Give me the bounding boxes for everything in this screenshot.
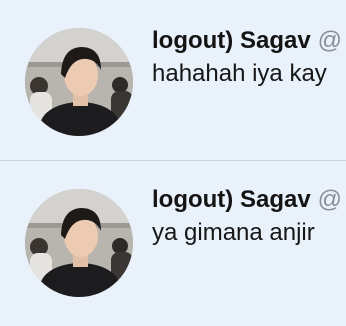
user-handle[interactable]: @ xyxy=(318,27,342,54)
display-name[interactable]: logout) Sagav xyxy=(152,27,311,54)
tweet-item[interactable]: logout) Sagav @ ya gimana anjir xyxy=(0,163,346,326)
tweet-content: logout) Sagav @ ya gimana anjir xyxy=(152,185,342,248)
tweet-text: ya gimana anjir xyxy=(152,219,315,246)
divider xyxy=(0,160,346,161)
display-name[interactable]: logout) Sagav xyxy=(152,186,311,213)
tweet-feed: logout) Sagav @ hahahah iya kay logout) … xyxy=(0,0,346,326)
tweet-item[interactable]: logout) Sagav @ hahahah iya kay xyxy=(0,0,346,163)
avatar[interactable] xyxy=(25,189,133,297)
user-handle[interactable]: @ xyxy=(318,186,342,213)
tweet-author: logout) Sagav @ xyxy=(152,185,342,215)
avatar[interactable] xyxy=(25,28,133,136)
tweet-content: logout) Sagav @ hahahah iya kay xyxy=(152,26,342,89)
tweet-author: logout) Sagav @ xyxy=(152,26,342,56)
tweet-text: hahahah iya kay xyxy=(152,60,327,87)
